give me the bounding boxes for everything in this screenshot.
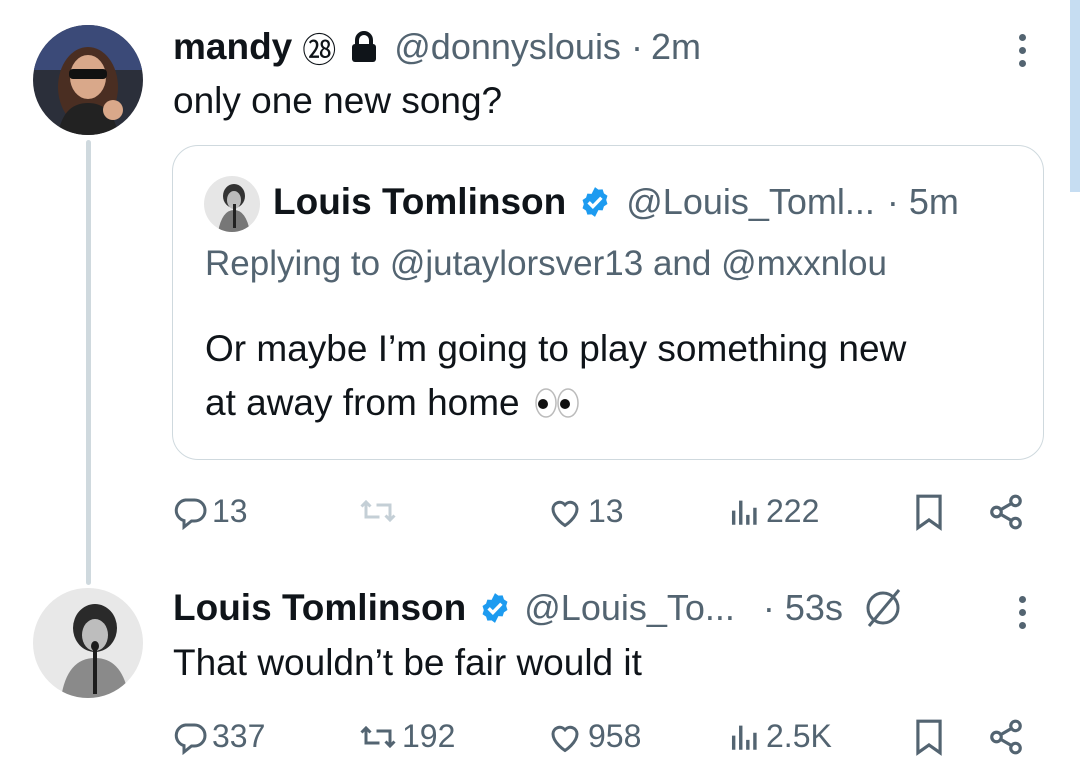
views-button[interactable]: 222: [728, 493, 819, 530]
quoted-text-line2: at away from home: [205, 382, 520, 423]
post1-display-name[interactable]: mandy: [173, 26, 292, 68]
age-badge: ㉘: [302, 31, 337, 70]
views-chart-icon: [728, 720, 762, 754]
like-count: 958: [588, 718, 642, 754]
reply-count: 13: [212, 493, 248, 529]
bookmark-button[interactable]: [913, 493, 945, 531]
post2-display-name[interactable]: Louis Tomlinson: [173, 587, 466, 629]
verified-badge-icon: [578, 185, 612, 219]
heart-icon: [546, 494, 584, 530]
bookmark-button[interactable]: [913, 718, 945, 756]
reply-icon: [172, 719, 208, 755]
bookmark-icon: [913, 493, 945, 531]
edited-circle-icon: [861, 586, 905, 630]
share-button[interactable]: [986, 493, 1026, 531]
share-icon: [986, 493, 1026, 531]
reply-icon: [172, 494, 208, 530]
post1-text: only one new song?: [173, 80, 503, 121]
post2-header: Louis Tomlinson @Louis_To... · 53s: [173, 585, 905, 631]
replying-to-line[interactable]: Replying to @jutaylorsver13 and @mxxnlou: [205, 244, 887, 284]
like-count: 13: [588, 493, 624, 529]
thread-connector-line: [86, 140, 91, 585]
post1-time[interactable]: 2m: [651, 26, 701, 68]
post1-header: mandy ㉘ @donnyslouis · 2m: [173, 24, 701, 70]
repost-icon: [358, 719, 398, 755]
post2-time[interactable]: · 53s: [763, 587, 843, 629]
share-button[interactable]: [986, 718, 1026, 756]
views-count: 2.5K: [766, 718, 832, 754]
views-button[interactable]: 2.5K: [728, 718, 832, 755]
reply-button[interactable]: 337: [172, 718, 265, 755]
quoted-text-line2-row: at away from home: [205, 382, 580, 424]
views-chart-icon: [728, 495, 762, 529]
avatar-louis[interactable]: [33, 588, 143, 698]
post2-text: That wouldn’t be fair would it: [173, 642, 642, 683]
reply-button[interactable]: 13: [172, 493, 248, 530]
heart-icon: [546, 719, 584, 755]
like-button[interactable]: 958: [546, 718, 641, 755]
eyes-icon: [534, 386, 580, 420]
repost-button[interactable]: 192: [358, 718, 455, 755]
quoted-post-header: Louis Tomlinson @Louis_Toml... · 5m: [273, 180, 959, 224]
lock-icon: [350, 31, 378, 63]
reply-count: 337: [212, 718, 266, 754]
avatar-quoted-louis[interactable]: [204, 176, 260, 232]
share-icon: [986, 718, 1026, 756]
post1-handle[interactable]: @donnyslouis: [394, 26, 621, 68]
quoted-time[interactable]: · 5m: [887, 181, 959, 223]
quoted-text-line1: Or maybe I’m going to play something new: [205, 328, 907, 369]
post2-handle[interactable]: @Louis_To...: [524, 587, 735, 629]
quoted-display-name[interactable]: Louis Tomlinson: [273, 181, 566, 223]
repost-button[interactable]: [358, 493, 402, 529]
like-button[interactable]: 13: [546, 493, 624, 530]
post1-time-separator: ·: [630, 26, 643, 67]
verified-badge-icon: [478, 591, 512, 625]
scrollbar-thumb[interactable]: [1070, 0, 1080, 192]
repost-count: 192: [402, 718, 456, 754]
quoted-handle[interactable]: @Louis_Toml...: [626, 181, 875, 223]
avatar-mandy[interactable]: [33, 25, 143, 135]
bookmark-icon: [913, 718, 945, 756]
more-vertical-icon[interactable]: [1019, 596, 1026, 629]
scrollbar-track[interactable]: [1070, 0, 1080, 192]
views-count: 222: [766, 493, 820, 529]
repost-icon: [358, 493, 398, 529]
more-vertical-icon[interactable]: [1019, 34, 1026, 67]
